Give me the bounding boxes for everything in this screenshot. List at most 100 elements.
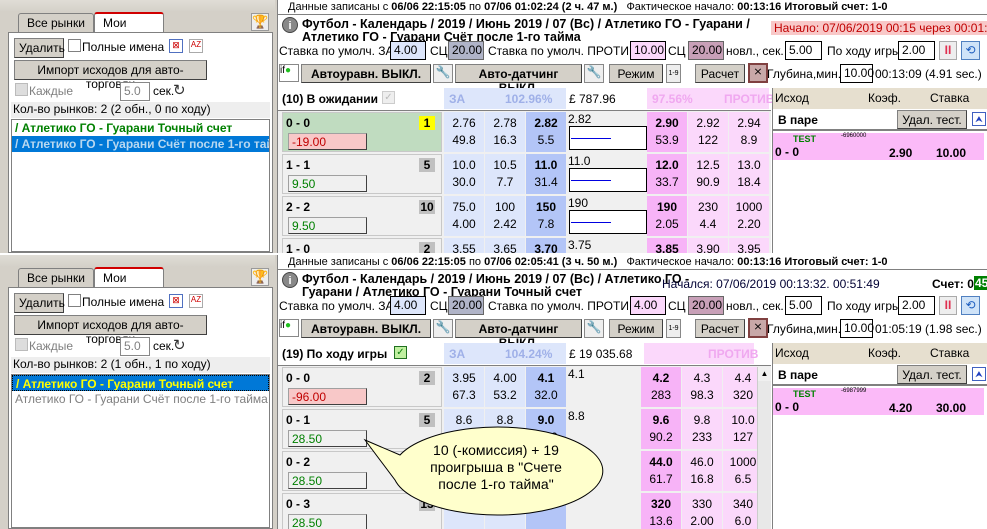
lay-price-cell[interactable]: 1000 2.20 — [729, 196, 769, 236]
lay-price-cell[interactable]: 46.0 16.8 — [682, 451, 722, 491]
lay-price-cell[interactable]: 13.0 18.4 — [729, 154, 769, 194]
trophy-icon[interactable]: 🏆 — [251, 268, 269, 286]
lay-price-cell[interactable]: 190 2.05 — [647, 196, 687, 236]
market-list-item[interactable]: / Атлетико ГО - Гуарани Точный счет — [12, 120, 269, 136]
trophy-icon[interactable]: 🏆 — [251, 13, 269, 31]
scale-icon[interactable]: 1-9 — [666, 319, 681, 338]
every-checkbox[interactable] — [15, 83, 28, 96]
autodutch-settings-icon[interactable]: 🔧 — [584, 319, 604, 338]
back-price-cell[interactable]: 2.76 49.8 — [444, 112, 484, 152]
tab-all-markets[interactable]: Все рынки — [18, 268, 94, 288]
stake-back-input[interactable]: 4.00 — [390, 41, 426, 60]
back-price-cell[interactable]: 8.6 191 — [444, 409, 484, 449]
interval-input[interactable]: 5.0 — [120, 82, 150, 101]
mode-button[interactable]: Режим — [609, 64, 663, 83]
refresh-input[interactable]: 5.00 — [785, 41, 822, 60]
autodutch-settings-icon[interactable]: 🔧 — [584, 64, 604, 83]
sc-lay-input[interactable]: 20.00 — [688, 296, 724, 315]
import-outcomes-button[interactable]: Импорт исходов для авто-торговли — [14, 315, 207, 346]
back-price-cell[interactable]: 75.0 4.00 — [444, 196, 484, 236]
back-price-cell[interactable]: 3.95 67.3 — [444, 367, 484, 407]
back-price-cell[interactable]: 150 7.8 — [526, 196, 566, 236]
full-names-checkbox[interactable] — [68, 294, 81, 307]
runner-row[interactable]: 1 - 1 5 9.50 — [282, 154, 442, 194]
back-price-cell[interactable]: 3.70 — [526, 238, 566, 253]
depth-input[interactable]: 10.00 — [840, 319, 874, 338]
reload-icon[interactable]: ⟲ — [961, 296, 980, 315]
back-price-cell[interactable]: 11.0 31.4 — [526, 154, 566, 194]
back-price-cell[interactable]: 8.8 220 — [485, 409, 525, 449]
autoeq-settings-icon[interactable]: 🔧 — [433, 64, 453, 83]
chart-icon[interactable]: ⨯ — [748, 63, 768, 83]
lay-price-cell[interactable]: 12.5 90.9 — [688, 154, 728, 194]
lay-price-cell[interactable]: 230 4.4 — [688, 196, 728, 236]
bet-row[interactable]: TEST -6987999 0 - 0 4.20 30.00 — [773, 388, 984, 415]
market-list-item[interactable]: / Атлетико ГО - Гуарани Счёт после 1-го … — [12, 136, 269, 152]
if-rule-icon[interactable]: if● — [279, 64, 299, 82]
lay-price-cell[interactable]: 2.90 53.9 — [647, 112, 687, 152]
back-price-cell[interactable] — [485, 451, 525, 491]
scroll-up-icon[interactable]: ▲ — [758, 367, 771, 381]
stake-lay-input[interactable]: 10.00 — [630, 41, 666, 60]
delete-button[interactable]: Удалить — [14, 293, 65, 313]
lay-price-cell[interactable]: 4.3 98.3 — [682, 367, 722, 407]
refresh-icon[interactable]: ↻ — [173, 336, 186, 354]
autoequalize-button[interactable]: Автоуравн. ВЫКЛ. — [301, 64, 431, 83]
depth-input[interactable]: 10.00 — [840, 64, 874, 83]
back-price-cell[interactable]: 2.78 16.3 — [485, 112, 525, 152]
runner-row[interactable]: 0 - 1 5 28.50 — [282, 409, 442, 449]
reload-icon[interactable]: ⟲ — [961, 41, 980, 60]
calendar-sort-icon[interactable]: ⊠ — [169, 294, 183, 308]
tab-my-markets[interactable]: Мои рынки — [94, 12, 164, 44]
lay-price-cell[interactable]: 12.0 33.7 — [647, 154, 687, 194]
info-icon[interactable]: i — [282, 17, 298, 33]
delete-test-button[interactable]: Удал. тест. — [897, 365, 967, 384]
collapse-icon[interactable]: ⮝ — [972, 112, 986, 126]
sc-back-input[interactable]: 20.00 — [448, 296, 484, 315]
tab-all-markets[interactable]: Все рынки — [18, 13, 94, 33]
grid-scrollbar[interactable]: ▲ — [757, 367, 771, 529]
stake-back-input[interactable]: 4.00 — [390, 296, 426, 315]
refresh-icon[interactable]: ↻ — [173, 81, 186, 99]
lay-price-cell[interactable]: 3.95 — [729, 238, 769, 253]
lay-price-cell[interactable]: 3.90 — [688, 238, 728, 253]
every-checkbox[interactable] — [15, 338, 28, 351]
back-price-cell[interactable]: 10.4 — [444, 493, 484, 529]
lay-price-cell[interactable]: 3.85 — [647, 238, 687, 253]
alpha-sort-icon[interactable]: AZ — [189, 294, 203, 308]
back-price-cell[interactable]: 2.82 5.5 — [526, 112, 566, 152]
back-price-cell[interactable]: 10.5 7.7 — [485, 154, 525, 194]
back-price-cell[interactable] — [444, 451, 484, 491]
back-price-cell[interactable]: 4.00 53.2 — [485, 367, 525, 407]
back-price-cell[interactable]: 4.1 32.0 — [526, 367, 566, 407]
back-price-cell[interactable] — [526, 451, 566, 491]
calendar-sort-icon[interactable]: ⊠ — [169, 39, 183, 53]
scale-icon[interactable]: 1-9 — [666, 64, 681, 83]
pause-icon[interactable]: II — [939, 41, 957, 60]
lay-price-cell[interactable]: 330 2.00 — [682, 493, 722, 529]
lay-price-cell[interactable]: 44.0 61.7 — [641, 451, 681, 491]
market-list-item[interactable]: / Атлетико ГО - Гуарани Точный счет — [12, 375, 269, 391]
autodutching-button[interactable]: Авто-датчинг ВЫКЛ. — [455, 319, 582, 350]
mode-button[interactable]: Режим — [609, 319, 663, 338]
inplay-input[interactable]: 2.00 — [898, 41, 935, 60]
runner-row[interactable]: 0 - 0 1 -19.00 — [282, 112, 442, 152]
runner-row[interactable]: 0 - 0 2 -96.00 — [282, 367, 442, 407]
autoeq-settings-icon[interactable]: 🔧 — [433, 319, 453, 338]
runner-row[interactable]: 1 - 0 2 — [282, 238, 442, 253]
market-list-item[interactable]: Атлетико ГО - Гуарани Счёт после 1-го та… — [12, 391, 269, 407]
back-price-cell[interactable]: 14.3 — [526, 493, 566, 529]
sc-lay-input[interactable]: 20.00 — [688, 41, 724, 60]
calculate-button[interactable]: Расчет — [695, 64, 745, 83]
delete-button[interactable]: Удалить — [14, 38, 65, 58]
info-icon[interactable]: i — [282, 272, 298, 288]
back-price-cell[interactable]: 100 2.42 — [485, 196, 525, 236]
back-price-cell[interactable]: 10.0 30.0 — [444, 154, 484, 194]
delete-test-button[interactable]: Удал. тест. — [897, 110, 967, 129]
alpha-sort-icon[interactable]: AZ — [189, 39, 203, 53]
refresh-input[interactable]: 5.00 — [785, 296, 822, 315]
autodutching-button[interactable]: Авто-датчинг ВЫКЛ. — [455, 64, 582, 95]
stake-lay-input[interactable]: 4.00 — [630, 296, 666, 315]
runner-row[interactable]: 2 - 2 10 9.50 — [282, 196, 442, 236]
bet-row[interactable]: TEST -6960000 0 - 0 2.90 10.00 — [773, 133, 984, 160]
